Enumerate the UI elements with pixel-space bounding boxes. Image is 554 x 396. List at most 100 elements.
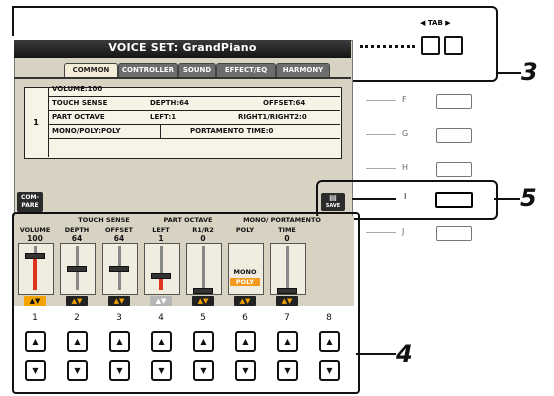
leader-4	[356, 353, 396, 355]
tab-label: ◀ TAB ▶	[420, 19, 451, 27]
hw-up-button-4[interactable]: ▲	[151, 331, 172, 352]
hw-down-button-3[interactable]: ▼	[109, 360, 130, 381]
row-volume[interactable]: VOLUME:100	[48, 83, 340, 97]
column-number-2: 2	[74, 313, 80, 323]
side-label-g: G	[402, 129, 409, 138]
column-number-4: 4	[158, 313, 164, 323]
hw-up-button-2[interactable]: ▲	[67, 331, 88, 352]
hw-up-button-7[interactable]: ▲	[277, 331, 298, 352]
slider-arrows-4[interactable]: ▲▼	[150, 296, 172, 306]
hw-up-button-8[interactable]: ▲	[319, 331, 340, 352]
slider-arrows-2[interactable]: ▲▼	[66, 296, 88, 306]
slider-knob-2[interactable]	[67, 265, 87, 272]
hw-down-button-4[interactable]: ▼	[151, 360, 172, 381]
tab-right-button[interactable]	[444, 36, 463, 55]
tab-right-icon: ▶	[445, 19, 451, 27]
page-title: VOICE SET: GrandPiano	[108, 41, 257, 54]
side-line-g	[366, 134, 396, 135]
slider-arrows-6[interactable]: ▲▼	[234, 296, 256, 306]
part-octave-label: PART OCTAVE	[52, 113, 105, 121]
slider-arrows-7[interactable]: ▲▼	[276, 296, 298, 306]
hw-up-button-5[interactable]: ▲	[193, 331, 214, 352]
slider-fill-1	[33, 255, 37, 290]
leader-5	[494, 198, 520, 200]
slider-knob-3[interactable]	[109, 265, 129, 272]
hw-up-button-1[interactable]: ▲	[25, 331, 46, 352]
tab-left-button[interactable]	[421, 36, 440, 55]
mono-option[interactable]: MONO	[226, 268, 264, 276]
hw-down-button-7[interactable]: ▼	[277, 360, 298, 381]
mono-poly-value: MONO/POLY:POLY	[52, 127, 121, 135]
tab-sound[interactable]: SOUND	[178, 63, 216, 77]
poly-option[interactable]: POLY	[230, 278, 260, 286]
slider-value-5: 0	[200, 234, 206, 243]
tab-common[interactable]: COMMON	[64, 63, 118, 77]
slider-value-1: 100	[27, 234, 43, 243]
hw-down-button-8[interactable]: ▼	[319, 360, 340, 381]
slider-knob-7[interactable]	[277, 288, 297, 294]
side-button-f[interactable]	[436, 94, 472, 109]
hw-down-button-1[interactable]: ▼	[25, 360, 46, 381]
side-line-h	[366, 168, 396, 169]
tab-effect-eq[interactable]: EFFECT/EQ	[216, 63, 276, 77]
side-line-i	[352, 198, 396, 200]
table-vdivider	[160, 125, 161, 139]
compare-button[interactable]: COM-PARE	[17, 192, 43, 212]
slider-track-5	[201, 246, 205, 290]
column-number-6: 6	[242, 313, 248, 323]
slider-label-7: TIME	[278, 226, 296, 234]
row-touch-sense[interactable]: TOUCH SENSE DEPTH:64 OFFSET:64	[48, 97, 340, 111]
side-label-i: I	[404, 192, 407, 201]
side-label-h: H	[402, 163, 409, 172]
column-number-1: 1	[32, 313, 38, 323]
portamento-value: PORTAMENTO TIME:0	[190, 127, 274, 135]
slider-value-3: 64	[113, 234, 125, 243]
group-label-touch: TOUCH SENSE	[78, 216, 130, 224]
right-octave-value: RIGHT1/RIGHT2:0	[238, 113, 307, 121]
hw-down-button-5[interactable]: ▼	[193, 360, 214, 381]
side-button-j[interactable]	[436, 226, 472, 241]
side-button-g[interactable]	[436, 128, 472, 143]
leader-3	[496, 72, 521, 74]
depth-value: DEPTH:64	[150, 99, 189, 107]
slider-track-7	[285, 246, 289, 290]
side-label-j: J	[402, 227, 405, 236]
dotted-leader	[360, 45, 415, 48]
tab-controller[interactable]: CONTROLLER	[118, 63, 178, 77]
slider-label-2: DEPTH	[64, 226, 90, 234]
side-button-i[interactable]	[435, 192, 473, 208]
slider-knob-4[interactable]	[151, 273, 171, 280]
group-label-octave: PART OCTAVE	[163, 216, 213, 224]
slider-label-1: VOLUME	[19, 226, 51, 234]
hw-up-button-3[interactable]: ▲	[109, 331, 130, 352]
callout-number-5: 5	[520, 184, 537, 212]
tab-harmony[interactable]: HARMONY	[276, 63, 330, 77]
slider-arrows-3[interactable]: ▲▼	[108, 296, 130, 306]
side-button-h[interactable]	[436, 162, 472, 177]
callout-number-3: 3	[521, 58, 538, 86]
row-mono-poly[interactable]: MONO/POLY:POLY PORTAMENTO TIME:0	[48, 125, 340, 139]
hw-down-button-6[interactable]: ▼	[235, 360, 256, 381]
slider-label-3: OFFSET	[105, 226, 133, 234]
touch-sense-label: TOUCH SENSE	[52, 99, 108, 107]
column-number-5: 5	[200, 313, 206, 323]
side-line-f	[366, 100, 396, 101]
hw-down-button-2[interactable]: ▼	[67, 360, 88, 381]
callout-number-4: 4	[396, 340, 413, 368]
slider-arrows-1[interactable]: ▲▼	[24, 296, 46, 306]
slider-arrows-5[interactable]: ▲▼	[192, 296, 214, 306]
slider-knob-5[interactable]	[193, 288, 213, 294]
slider-knob-1[interactable]	[25, 253, 45, 260]
volume-value: VOLUME:100	[52, 85, 103, 93]
column-number-3: 3	[116, 313, 122, 323]
callout-left-edge	[12, 6, 14, 36]
slider-label-5: R1/R2	[192, 226, 214, 234]
tab-divider	[14, 77, 351, 79]
side-line-j	[366, 232, 396, 233]
slider-value-7: 0	[284, 234, 290, 243]
part-number: 1	[24, 87, 49, 157]
row-part-octave[interactable]: PART OCTAVE LEFT:1 RIGHT1/RIGHT2:0	[48, 111, 340, 125]
group-label-mono: MONO/ PORTAMENTO	[243, 216, 321, 224]
hw-up-button-6[interactable]: ▲	[235, 331, 256, 352]
callout-top-edge	[12, 6, 352, 8]
